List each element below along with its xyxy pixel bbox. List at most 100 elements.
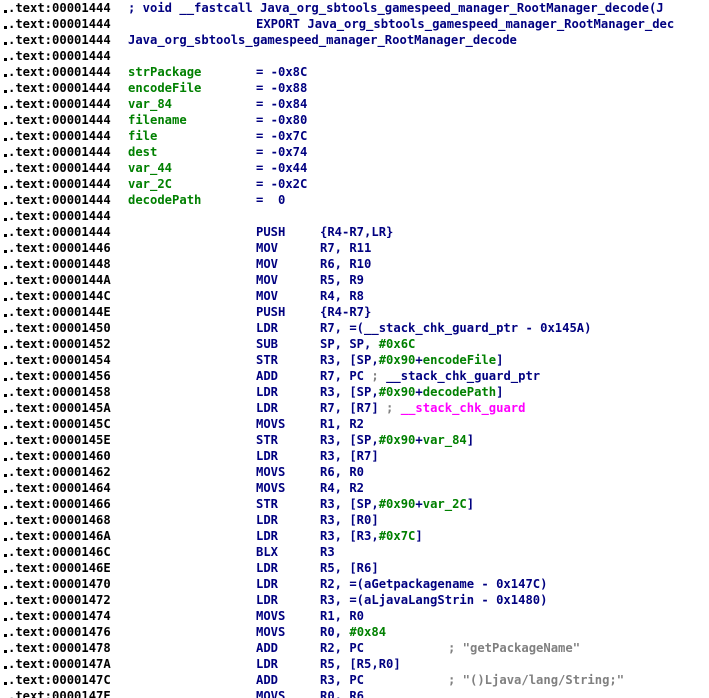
stack-var-ref[interactable]: encodeFile	[423, 353, 496, 367]
stack-var-ref[interactable]: var_84	[423, 433, 467, 447]
instruction-line[interactable]: .text:0000147A LDR R5, [R5,R0]	[0, 656, 709, 672]
instruction-line[interactable]: .text:0000147C ADD R3, PC ; "()Ljava/lang/S…	[0, 672, 709, 688]
mnemonic: LDR	[256, 657, 279, 671]
address: .text:0000145C	[8, 417, 111, 431]
line-marker-dot	[4, 570, 7, 573]
instruction-line[interactable]: .text:0000146A LDR R3, [R3,#0x7C]	[0, 528, 709, 544]
line-marker-dot	[4, 474, 7, 477]
instruction-line[interactable]: .text:0000145A LDR R7, [R7] ; __stack_chk_…	[0, 400, 709, 416]
instruction-line[interactable]: .text:00001462 MOVS R6, R0	[0, 464, 709, 480]
export-directive: EXPORT Java_org_sbtools_gamespeed_manage…	[256, 17, 675, 31]
line-marker-dot	[4, 74, 7, 77]
stack-var-name[interactable]: encodeFile	[128, 80, 201, 96]
instruction-line[interactable]: .text:00001458 LDR R3, [SP,#0x90+decodePat…	[0, 384, 709, 400]
address: .text:0000146C	[8, 545, 111, 559]
line-marker-dot	[4, 522, 7, 525]
stack-var-name[interactable]: file	[128, 128, 157, 144]
instruction-line[interactable]: .text:00001446 MOV R7, R11	[0, 240, 709, 256]
mnemonic: MOVS	[256, 689, 286, 698]
disassembly-listing[interactable]: .text:00001444 ; void __fastcall Java_org…	[0, 0, 709, 698]
stack-var-name[interactable]: filename	[128, 112, 187, 128]
instruction-line[interactable]: .text:0000146E LDR R5, [R6]	[0, 560, 709, 576]
line-marker-dot	[4, 682, 7, 685]
operand-text: +	[415, 353, 423, 367]
instruction-line[interactable]: .text:00001460 LDR R3, [R7]	[0, 448, 709, 464]
stack-var-line[interactable]: .text:00001444 var_84 = -0x84	[0, 96, 709, 112]
stack-var-ref[interactable]: decodePath	[423, 385, 496, 399]
stack-var-offset: = -0x44	[256, 161, 308, 175]
instruction-line[interactable]: .text:00001444 PUSH {R4-R7,LR}	[0, 224, 709, 240]
listing-line[interactable]: .text:00001444	[0, 48, 709, 64]
address: .text:0000147A	[8, 657, 111, 671]
immediate-value: #0x84	[349, 625, 387, 639]
stack-var-line[interactable]: .text:00001444 filename = -0x80	[0, 112, 709, 128]
symbol-ref[interactable]: __stack_chk_guard_ptr	[386, 369, 540, 383]
stack-var-name[interactable]: dest	[128, 144, 157, 160]
line-marker-dot	[4, 410, 7, 413]
line-marker-dot	[4, 602, 7, 605]
listing-line[interactable]: .text:00001444	[0, 208, 709, 224]
instruction-line[interactable]: .text:00001464 MOVS R4, R2	[0, 480, 709, 496]
mnemonic: MOV	[256, 241, 279, 255]
instruction-line[interactable]: .text:0000145E STR R3, [SP,#0x90+var_84]	[0, 432, 709, 448]
operand-text: R0,	[320, 625, 350, 639]
address: .text:0000146A	[8, 529, 111, 543]
stack-var-line[interactable]: .text:00001444 dest = -0x74	[0, 144, 709, 160]
line-marker-dot	[4, 186, 7, 189]
stack-var-name[interactable]: strPackage	[128, 64, 201, 80]
listing-line[interactable]: .text:00001444 Java_org_sbtools_gamespeed…	[0, 32, 709, 48]
mnemonic: LDR	[256, 401, 279, 415]
immediate-value: #0x90	[378, 433, 416, 447]
function-label[interactable]: Java_org_sbtools_gamespeed_manager_RootM…	[128, 32, 517, 48]
stack-var-name[interactable]: var_44	[128, 160, 172, 176]
instruction-line[interactable]: .text:0000147E MOVS R0, R6	[0, 688, 709, 698]
address: .text:00001464	[8, 481, 111, 495]
operand-text: +	[415, 433, 423, 447]
string-comment: ; "()Ljava/lang/String;"	[448, 673, 625, 687]
line-marker-dot	[4, 218, 7, 221]
instruction-line[interactable]: .text:0000144E PUSH {R4-R7}	[0, 304, 709, 320]
stack-var-line[interactable]: .text:00001444 decodePath = 0	[0, 192, 709, 208]
instruction-line[interactable]: .text:00001448 MOV R6, R10	[0, 256, 709, 272]
line-marker-dot	[4, 282, 7, 285]
stack-var-line[interactable]: .text:00001444 strPackage = -0x8C	[0, 64, 709, 80]
stack-var-name[interactable]: var_84	[128, 96, 172, 112]
instruction-line[interactable]: .text:00001452 SUB SP, SP, #0x6C	[0, 336, 709, 352]
listing-line[interactable]: .text:00001444 ; void __fastcall Java_org…	[0, 0, 709, 16]
instruction-line[interactable]: .text:0000146C BLX R3	[0, 544, 709, 560]
instruction-line[interactable]: .text:00001450 LDR R7, =(__stack_chk_guard…	[0, 320, 709, 336]
stack-var-line[interactable]: .text:00001444 var_44 = -0x44	[0, 160, 709, 176]
instruction-line[interactable]: .text:00001454 STR R3, [SP,#0x90+encodeFil…	[0, 352, 709, 368]
stack-var-ref[interactable]: var_2C	[423, 497, 467, 511]
instruction-line[interactable]: .text:00001478 ADD R2, PC ; "getPackageName…	[0, 640, 709, 656]
instruction-line[interactable]: .text:00001468 LDR R3, [R0]	[0, 512, 709, 528]
instruction-line[interactable]: .text:00001476 MOVS R0, #0x84	[0, 624, 709, 640]
instruction-line[interactable]: .text:0000144A MOV R5, R9	[0, 272, 709, 288]
line-marker-dot	[4, 266, 7, 269]
stack-var-name[interactable]: var_2C	[128, 176, 172, 192]
stack-var-line[interactable]: .text:00001444 encodeFile = -0x88	[0, 80, 709, 96]
address: .text:00001466	[8, 497, 111, 511]
line-marker-dot	[4, 26, 7, 29]
function-signature-comment: ; void __fastcall Java_org_sbtools_games…	[128, 1, 664, 15]
listing-line[interactable]: .text:00001444 EXPORT Java_org_sbtools_ga…	[0, 16, 709, 32]
operand-text: R3, [SP,	[320, 385, 379, 399]
instruction-line[interactable]: .text:00001456 ADD R7, PC ; __stack_chk_gu…	[0, 368, 709, 384]
stack-var-line[interactable]: .text:00001444 file = -0x7C	[0, 128, 709, 144]
external-symbol-ref[interactable]: __stack_chk_guard	[401, 401, 526, 415]
instruction-line[interactable]: .text:00001466 STR R3, [SP,#0x90+var_2C]	[0, 496, 709, 512]
stack-var-line[interactable]: .text:00001444 var_2C = -0x2C	[0, 176, 709, 192]
instruction-line[interactable]: .text:0000144C MOV R4, R8	[0, 288, 709, 304]
address: .text:00001468	[8, 513, 111, 527]
instruction-line[interactable]: .text:00001472 LDR R3, =(aLjavaLangStrin -…	[0, 592, 709, 608]
operands: R3, [SP,#0x90+encodeFile]	[320, 352, 503, 368]
stack-var-name[interactable]: decodePath	[128, 192, 201, 208]
address: .text:0000145A	[8, 401, 111, 415]
instruction-line[interactable]: .text:00001474 MOVS R1, R0	[0, 608, 709, 624]
operands: R5, R9	[320, 273, 365, 287]
address: .text:0000146E	[8, 561, 111, 575]
line-marker-dot	[4, 10, 7, 13]
operands: R0, R6	[320, 689, 365, 698]
instruction-line[interactable]: .text:00001470 LDR R2, =(aGetpackagename -…	[0, 576, 709, 592]
instruction-line[interactable]: .text:0000145C MOVS R1, R2	[0, 416, 709, 432]
